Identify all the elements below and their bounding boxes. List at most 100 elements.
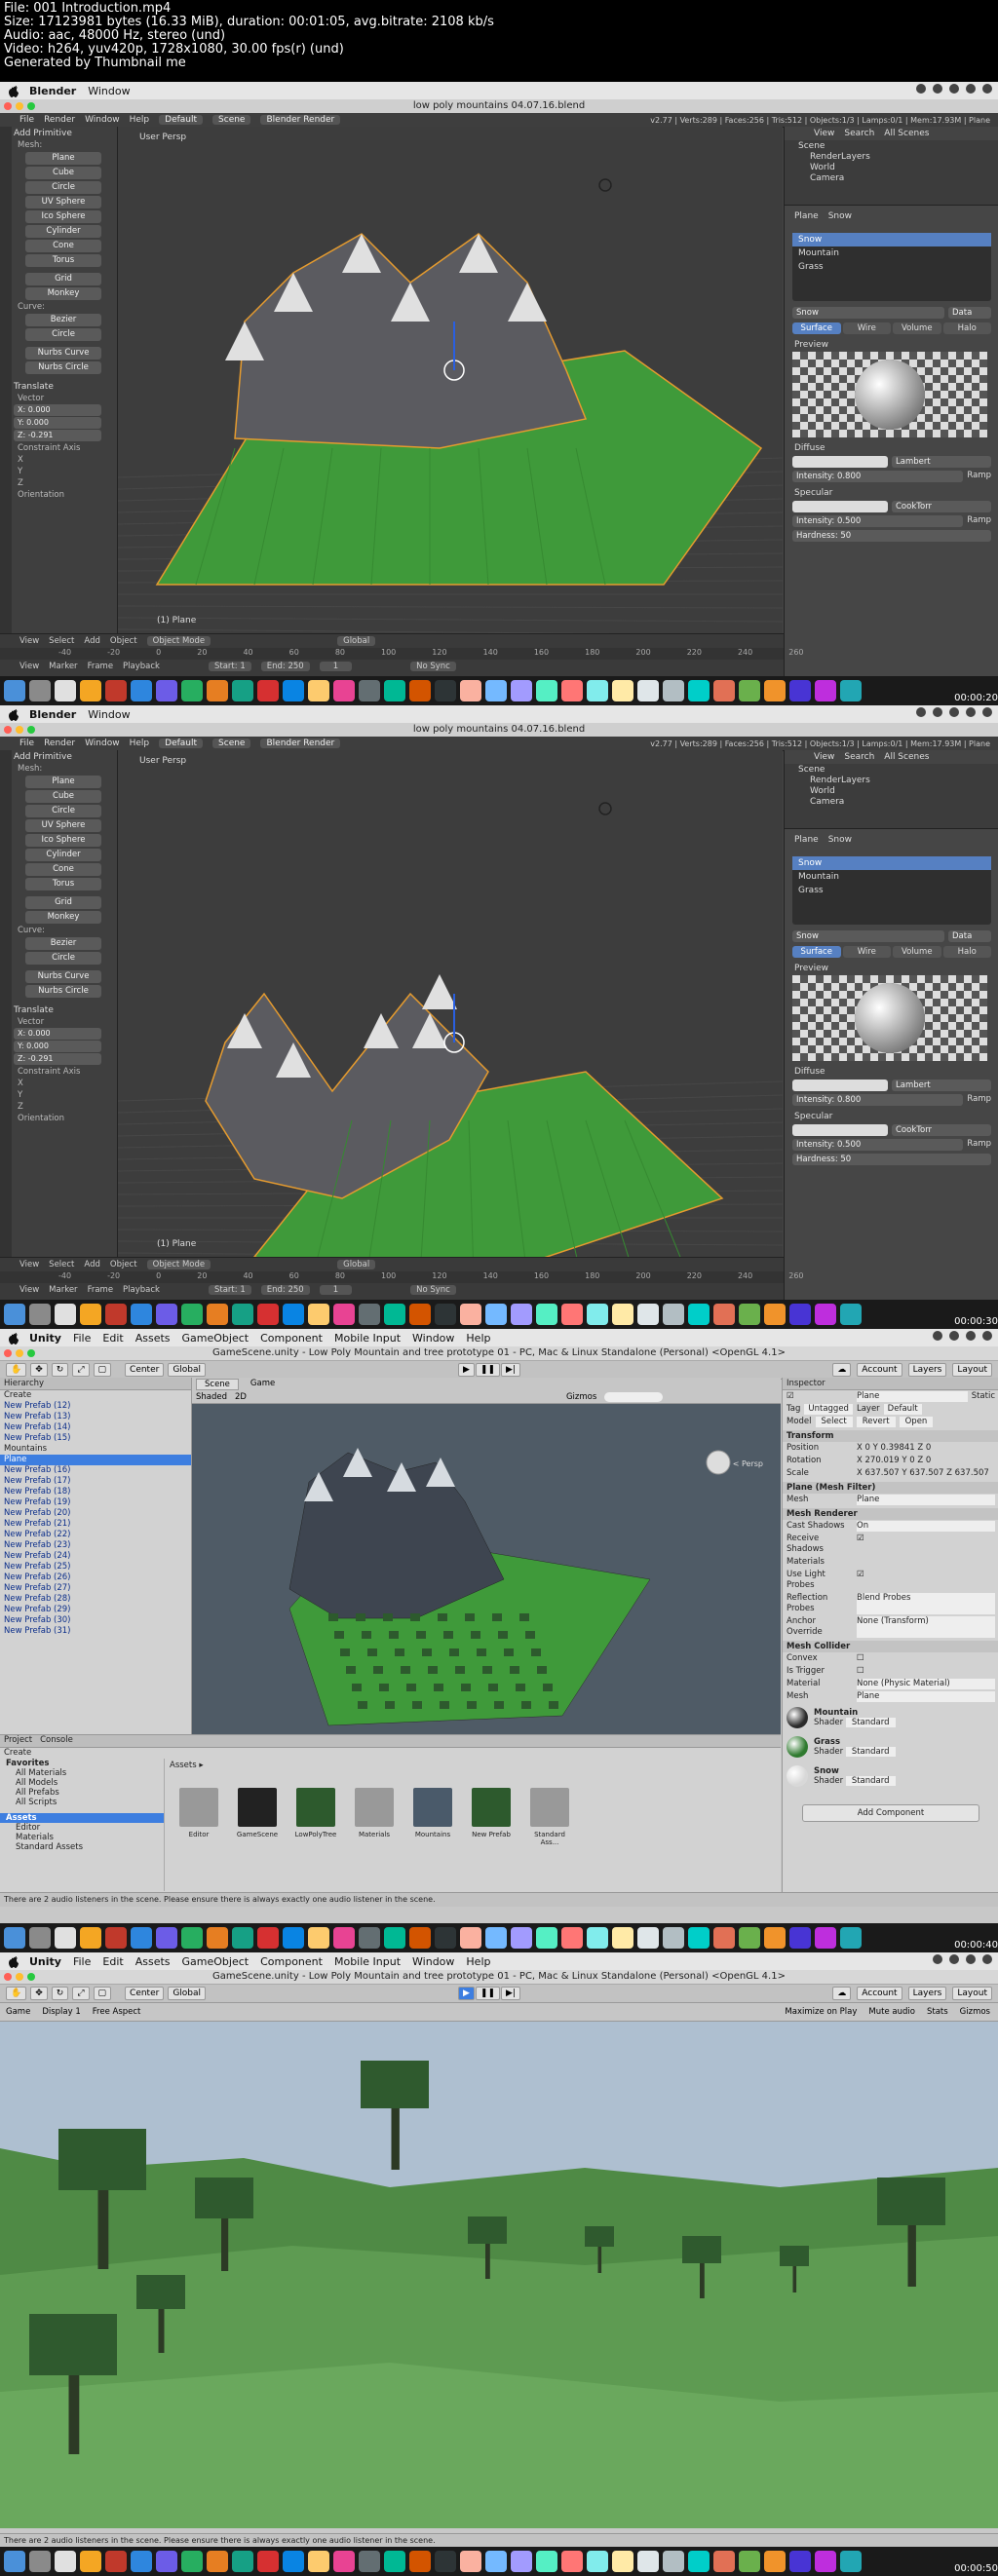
- diffuse-color-swatch[interactable]: [792, 456, 888, 468]
- close-window-icon[interactable]: [4, 102, 12, 110]
- specular-header[interactable]: Specular: [794, 488, 998, 498]
- pivot-center-toggle[interactable]: Center: [125, 1987, 165, 2000]
- shader-select[interactable]: Standard: [845, 1718, 896, 1727]
- diffuse-header[interactable]: Diffuse: [794, 1067, 998, 1077]
- dock-app-icon[interactable]: [764, 1927, 786, 1949]
- outliner-item[interactable]: Camera: [785, 796, 998, 807]
- dock-app-icon[interactable]: [536, 1304, 557, 1325]
- dock-app-icon[interactable]: [333, 2551, 355, 2572]
- dock-app-icon[interactable]: [561, 1304, 583, 1325]
- material-slot[interactable]: Grass: [792, 260, 991, 274]
- console-status-bar[interactable]: There are 2 audio listeners in the scene…: [0, 1892, 998, 1907]
- dock-app-icon[interactable]: [181, 680, 203, 701]
- mode-select[interactable]: Object Mode: [146, 1260, 211, 1269]
- dock-app-icon[interactable]: [637, 1304, 659, 1325]
- pivot-global-toggle[interactable]: Global: [168, 1987, 207, 2000]
- tab-halo[interactable]: Halo: [942, 322, 991, 334]
- add-grid-button[interactable]: Grid: [25, 273, 101, 285]
- dock-app-icon[interactable]: [4, 2551, 25, 2572]
- current-frame-field[interactable]: 1: [319, 1285, 353, 1295]
- move-tool-icon[interactable]: ✥: [30, 1987, 48, 2000]
- dock-app-icon[interactable]: [55, 1304, 76, 1325]
- dock-app-icon[interactable]: [637, 2551, 659, 2572]
- dock-app-icon[interactable]: [739, 1304, 760, 1325]
- add-cube-button[interactable]: Cube: [25, 167, 101, 179]
- material-slot[interactable]: Snow: [792, 856, 991, 870]
- vector-x-field[interactable]: X: 0.000: [14, 404, 101, 416]
- breadcrumb-object[interactable]: Plane: [794, 211, 819, 221]
- dock-app-icon[interactable]: [232, 1304, 253, 1325]
- apple-icon[interactable]: [8, 84, 21, 97]
- aspect-select[interactable]: Free Aspect: [93, 2007, 141, 2017]
- menu-gameobject[interactable]: GameObject: [182, 1332, 250, 1345]
- hierarchy-item[interactable]: New Prefab (18): [0, 1487, 191, 1497]
- diffuse-color-swatch[interactable]: [792, 1080, 888, 1091]
- dock-app-icon[interactable]: [409, 1304, 431, 1325]
- dock-app-icon[interactable]: [587, 2551, 608, 2572]
- pivot-global-toggle[interactable]: Global: [168, 1363, 207, 1377]
- dock-app-icon[interactable]: [485, 2551, 507, 2572]
- diffuse-shader-select[interactable]: Lambert: [892, 456, 991, 468]
- add-plane-button[interactable]: Plane: [25, 776, 101, 788]
- hierarchy-item[interactable]: New Prefab (17): [0, 1476, 191, 1487]
- shader-select[interactable]: Standard: [845, 1747, 896, 1757]
- layout-select[interactable]: Default: [159, 115, 204, 125]
- dock-app-icon[interactable]: [663, 680, 684, 701]
- favorite-item[interactable]: All Models: [0, 1778, 164, 1788]
- tab-volume[interactable]: Volume: [893, 946, 941, 958]
- physic-material-field[interactable]: None (Physic Material): [857, 1679, 995, 1689]
- add-grid-button[interactable]: Grid: [25, 896, 101, 909]
- object-name-field[interactable]: Plane: [857, 1391, 968, 1402]
- dock-app-icon[interactable]: [485, 1927, 507, 1949]
- vector-z-field[interactable]: Z: -0.291: [14, 430, 101, 441]
- mute-audio-toggle[interactable]: Mute audio: [868, 2007, 915, 2017]
- outliner-search-menu[interactable]: Search: [844, 129, 874, 138]
- menu-file[interactable]: File: [73, 1955, 91, 1968]
- dock-app-icon[interactable]: [485, 680, 507, 701]
- dock-app-icon[interactable]: [536, 1927, 557, 1949]
- dock-app-icon[interactable]: [55, 680, 76, 701]
- mesh-renderer-header[interactable]: Mesh Renderer: [783, 1508, 998, 1520]
- game-view[interactable]: [0, 2022, 998, 2528]
- add-cone-button[interactable]: Cone: [25, 240, 101, 252]
- dock-app-icon[interactable]: [4, 1304, 25, 1325]
- dock-app-icon[interactable]: [207, 1927, 228, 1949]
- minimize-window-icon[interactable]: [16, 1973, 23, 1981]
- account-select[interactable]: Account: [857, 1987, 902, 2000]
- constraint-x-checkbox[interactable]: X: [18, 455, 117, 465]
- breadcrumb-object[interactable]: Plane: [794, 835, 819, 845]
- timeline-ruler[interactable]: -40 -20 0 20 40 60 80 100 120 140 160 180 200 220 240 2…: [0, 1271, 804, 1283]
- menu-gameobject[interactable]: GameObject: [182, 1955, 250, 1968]
- hierarchy-item[interactable]: Mountains: [0, 1444, 191, 1455]
- scene-search-input[interactable]: [604, 1392, 664, 1402]
- hierarchy-item[interactable]: New Prefab (28): [0, 1594, 191, 1605]
- timeline-marker-menu[interactable]: Marker: [49, 1285, 77, 1295]
- dock-app-icon[interactable]: [587, 1304, 608, 1325]
- render-engine-select[interactable]: Blender Render: [260, 115, 341, 125]
- dock-app-icon[interactable]: [663, 1304, 684, 1325]
- add-curve-circle-button[interactable]: Circle: [25, 952, 101, 965]
- material-slot[interactable]: Snow: [792, 233, 991, 246]
- pivot-center-toggle[interactable]: Center: [125, 1363, 165, 1377]
- dock-app-icon[interactable]: [232, 1927, 253, 1949]
- hierarchy-item[interactable]: New Prefab (19): [0, 1497, 191, 1508]
- render-engine-select[interactable]: Blender Render: [260, 739, 341, 748]
- hierarchy-item[interactable]: New Prefab (30): [0, 1615, 191, 1626]
- dock-app-icon[interactable]: [663, 2551, 684, 2572]
- display-select[interactable]: Display 1: [42, 2007, 80, 2017]
- menu-edit[interactable]: Edit: [102, 1332, 123, 1345]
- start-frame-field[interactable]: Start: 1: [208, 1285, 251, 1295]
- timeline-playback-menu[interactable]: Playback: [123, 662, 160, 671]
- dock-app-icon[interactable]: [80, 1927, 101, 1949]
- add-cylinder-button[interactable]: Cylinder: [25, 849, 101, 861]
- dock-app-icon[interactable]: [409, 1927, 431, 1949]
- dock-app-icon[interactable]: [561, 2551, 583, 2572]
- add-menu[interactable]: Add: [84, 1260, 99, 1269]
- minimize-window-icon[interactable]: [16, 1349, 23, 1357]
- diffuse-shader-select[interactable]: Lambert: [892, 1080, 991, 1091]
- asset-item[interactable]: Mountains: [409, 1788, 456, 1838]
- material-slot[interactable]: Grass: [792, 884, 991, 897]
- asset-item[interactable]: Standard Ass...: [526, 1788, 573, 1846]
- dock-app-icon[interactable]: [561, 1927, 583, 1949]
- wifi-icon[interactable]: [949, 707, 959, 717]
